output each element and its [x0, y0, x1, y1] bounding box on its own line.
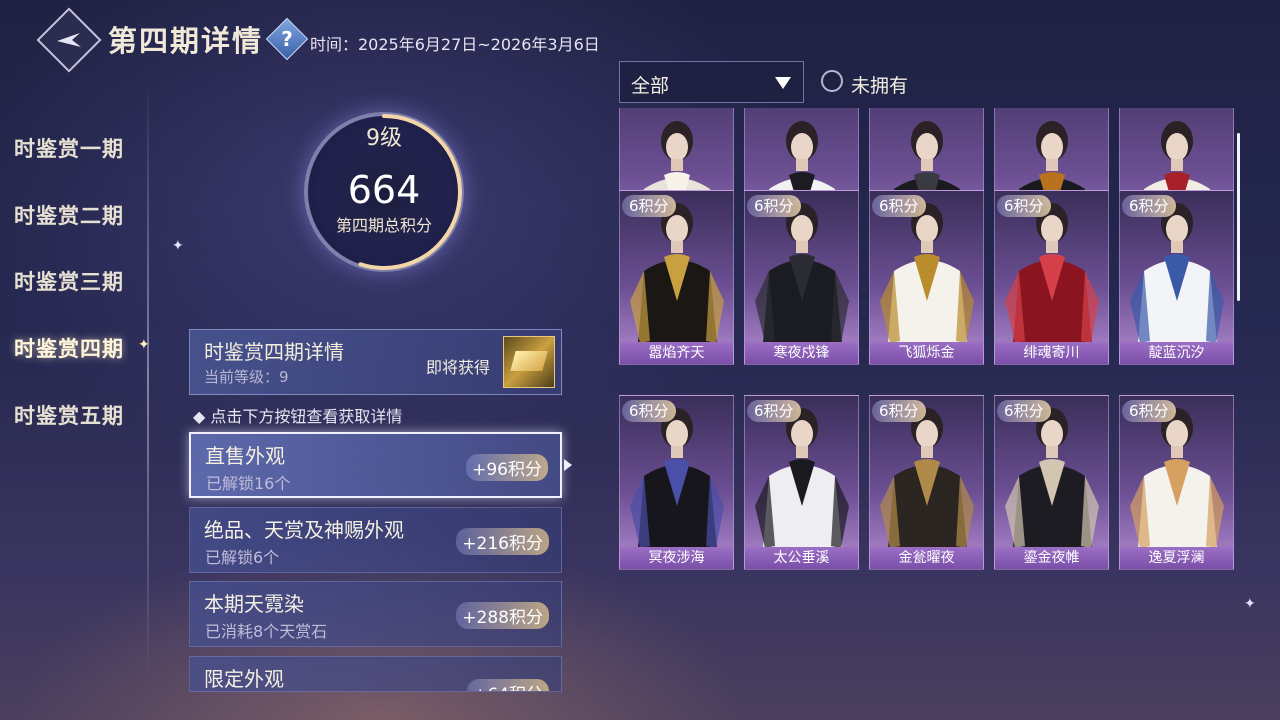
nav-item-period-4[interactable]: 时鉴赏四期: [14, 333, 124, 363]
sparkle-icon: ✦: [1244, 596, 1256, 612]
question-icon: ?: [281, 27, 293, 51]
scrollbar[interactable]: [1237, 133, 1240, 301]
points-tag: 6积分: [997, 400, 1051, 422]
period-time: 时间：2025年6月27日~2026年3月6日: [310, 35, 600, 54]
level-label: 9级: [366, 126, 402, 151]
reward-item-icon[interactable]: [503, 336, 555, 388]
outfit-card[interactable]: 6积分冥夜涉海: [619, 395, 734, 570]
outfit-card[interactable]: 6积分太公垂溪: [744, 395, 859, 570]
outfit-name: 寒夜戍锋: [745, 342, 858, 364]
points-tag: 6积分: [872, 195, 926, 217]
points-tag: 6积分: [747, 400, 801, 422]
outfit-card[interactable]: 6积分飞狐烁金: [869, 190, 984, 365]
category-sub: 已解锁6个: [205, 548, 280, 567]
outfit-name: 靛蓝沉汐: [1120, 342, 1233, 364]
points-tag: 6积分: [747, 195, 801, 217]
points-tag: 6积分: [622, 195, 676, 217]
outfit-name: 嚣焰齐天: [620, 342, 733, 364]
selected-arrow-icon: [564, 459, 572, 471]
outfit-name: 逸夏浮澜: [1120, 547, 1233, 569]
outfit-name: 太公垂溪: [745, 547, 858, 569]
points-badge: +216积分: [456, 528, 549, 555]
outfit-name: 飞狐烁金: [870, 342, 983, 364]
outfit-name: 冥夜涉海: [620, 547, 733, 569]
outfit-name: 鎏金夜帷: [995, 547, 1108, 569]
filter-selected: 全部: [631, 75, 670, 97]
unowned-label[interactable]: 未拥有: [851, 71, 908, 98]
nav-item-period-2[interactable]: 时鉴赏二期: [14, 200, 124, 230]
outfit-grid: 6积分皓律星芒6积分笙月灯影6积分秘银猎誓6积分寂雾藏影6积分盛夜星誓6积分嚣焰…: [619, 108, 1237, 691]
points-badge: +96积分: [466, 454, 548, 481]
upcoming-reward-label: 即将获得: [426, 358, 491, 377]
unowned-radio[interactable]: [821, 70, 843, 92]
category-direct-sale[interactable]: 直售外观 已解锁16个 +96积分: [189, 432, 562, 498]
nav-item-period-3[interactable]: 时鉴赏三期: [14, 266, 124, 296]
outfit-card[interactable]: 6积分金瓮曜夜: [869, 395, 984, 570]
category-title: 绝品、天赏及神赐外观: [204, 518, 404, 542]
details-title: 时鉴赏四期详情: [204, 340, 344, 364]
outfit-card[interactable]: 6积分绯魂寄川: [994, 190, 1109, 365]
active-marker-icon: ✦: [138, 337, 150, 353]
current-level: 当前等级：9: [204, 368, 289, 386]
outfit-name: 金瓮曜夜: [870, 547, 983, 569]
category-title: 本期天霓染: [204, 592, 304, 616]
outfit-name: 绯魂寄川: [995, 342, 1108, 364]
page-title: 第四期详情: [108, 24, 264, 58]
back-button[interactable]: [36, 7, 102, 73]
outfit-card[interactable]: 6积分靛蓝沉汐: [1119, 190, 1234, 365]
outfit-card[interactable]: 6积分寒夜戍锋: [744, 190, 859, 365]
category-sub: 已消耗8个天赏石: [205, 622, 328, 641]
help-button[interactable]: ?: [265, 17, 309, 61]
category-sub: 已解锁16个: [206, 474, 291, 493]
points-tag: 6积分: [997, 195, 1051, 217]
points-tag: 6积分: [622, 400, 676, 422]
nav-item-period-5[interactable]: 时鉴赏五期: [14, 400, 124, 430]
total-score: 664: [347, 168, 421, 212]
category-title: 直售外观: [205, 444, 285, 468]
category-dye[interactable]: 本期天霓染 已消耗8个天赏石 +288积分: [189, 581, 562, 647]
category-premium[interactable]: 绝品、天赏及神赐外观 已解锁6个 +216积分: [189, 507, 562, 573]
points-tag: 6积分: [1122, 400, 1176, 422]
score-caption: 第四期总积分: [335, 216, 432, 235]
points-badge: +64积分: [467, 679, 549, 691]
outfit-card[interactable]: 6积分嚣焰齐天: [619, 190, 734, 365]
filter-dropdown[interactable]: 全部: [619, 61, 804, 103]
outfit-card[interactable]: 6积分鎏金夜帷: [994, 395, 1109, 570]
category-title: 限定外观: [204, 667, 284, 691]
hint-text: ◆ 点击下方按钮查看获取详情: [193, 407, 403, 426]
outfit-card[interactable]: 6积分逸夏浮澜: [1119, 395, 1234, 570]
back-arrow-icon: [57, 33, 81, 47]
nav-divider: [147, 78, 149, 678]
category-limited[interactable]: 限定外观 +64积分: [189, 656, 562, 692]
sparkle-icon: ✦: [172, 238, 184, 254]
nav-item-period-1[interactable]: 时鉴赏一期: [14, 133, 124, 163]
points-tag: 6积分: [1122, 195, 1176, 217]
points-badge: +288积分: [456, 602, 549, 629]
points-tag: 6积分: [872, 400, 926, 422]
dropdown-arrow-icon: [775, 77, 791, 89]
